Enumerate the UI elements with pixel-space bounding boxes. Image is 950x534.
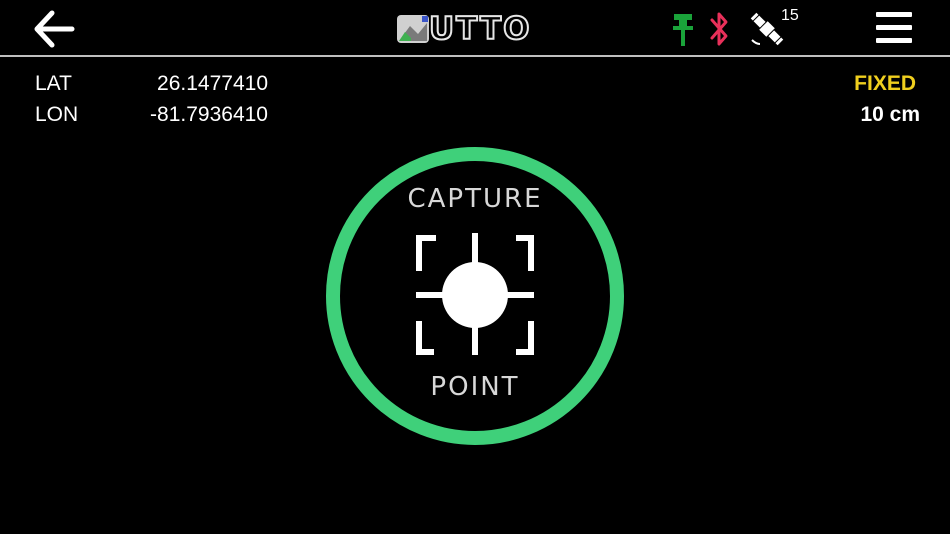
menu-button[interactable] (876, 12, 912, 46)
hamburger-menu-icon (876, 38, 912, 43)
satellite-count: 15 (781, 7, 799, 24)
back-arrow-icon (34, 10, 75, 48)
lon-value: -81.7936410 (150, 103, 268, 126)
lat-value: 26.1477410 (157, 72, 268, 95)
app-logo: UTTO (396, 11, 556, 47)
accuracy-value: 10 cm (860, 103, 920, 126)
point-label: POINT (430, 372, 520, 402)
capture-point-button[interactable]: CAPTURE POINT (325, 146, 625, 446)
logo-mark-icon (397, 15, 429, 43)
bluetooth-icon (710, 12, 728, 46)
lon-label: LON (35, 103, 79, 126)
top-bar: UTTO 15 (0, 0, 950, 57)
hamburger-menu-icon (876, 12, 912, 17)
fix-status-badge: FIXED (854, 72, 916, 95)
lat-label: LAT (35, 72, 72, 95)
rover-icon (673, 14, 693, 46)
logo-text: UTTO (428, 11, 532, 47)
capture-label: CAPTURE (407, 184, 543, 214)
back-button[interactable] (30, 8, 80, 50)
hamburger-menu-icon (876, 25, 912, 30)
